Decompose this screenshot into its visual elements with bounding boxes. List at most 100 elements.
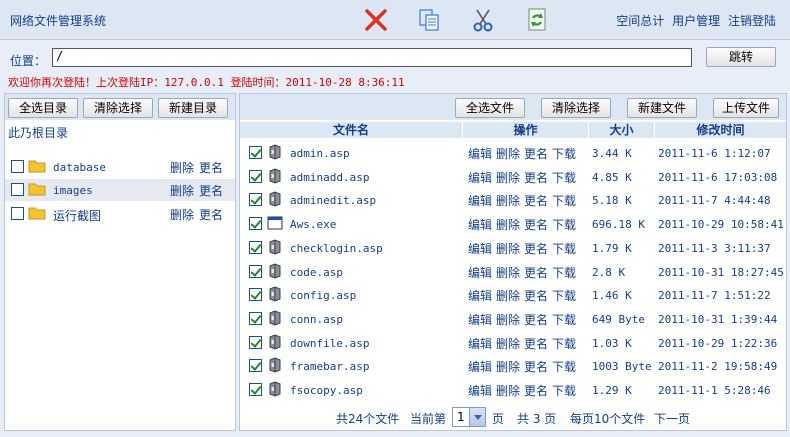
clear-dir-selection-button[interactable]: 清除选择 (83, 98, 153, 118)
dir-rename-link[interactable]: 更名 (199, 182, 223, 199)
file-download-link[interactable]: 下载 (552, 337, 576, 351)
page-select[interactable]: 1 (452, 407, 486, 427)
file-checkbox[interactable] (249, 146, 262, 159)
file-rename-link[interactable]: 更名 (524, 313, 548, 327)
file-edit-link[interactable]: 编辑 (468, 289, 492, 303)
file-delete-link[interactable]: 删除 (496, 194, 520, 208)
go-button[interactable]: 跳转 (706, 47, 776, 67)
clear-file-selection-button[interactable]: 清除选择 (541, 98, 611, 118)
file-rename-link[interactable]: 更名 (524, 337, 548, 351)
file-rename-link[interactable]: 更名 (524, 218, 548, 232)
file-download-link[interactable]: 下载 (552, 194, 576, 208)
file-download-link[interactable]: 下载 (552, 242, 576, 256)
dir-name[interactable]: images (53, 184, 93, 197)
file-download-link[interactable]: 下载 (552, 147, 576, 161)
file-checkbox[interactable] (249, 335, 262, 349)
dir-delete-link[interactable]: 删除 (170, 182, 194, 199)
file-edit-link[interactable]: 编辑 (468, 337, 492, 351)
dir-checkbox[interactable] (11, 183, 24, 196)
dir-delete-link[interactable]: 删除 (170, 206, 194, 223)
file-edit-link[interactable]: 编辑 (468, 242, 492, 256)
refresh-icon[interactable] (524, 7, 550, 33)
file-delete-link[interactable]: 删除 (496, 171, 520, 185)
file-row[interactable]: framebar.asp 编辑 删除 更名 下载 1003 Byte 2011-11-2 1… (240, 354, 786, 378)
file-checkbox[interactable] (249, 240, 262, 254)
file-name[interactable]: config.asp (290, 289, 356, 302)
address-input[interactable]: / (52, 48, 692, 67)
new-dir-button[interactable]: 新建目录 (158, 98, 228, 118)
file-row[interactable]: Aws.exe 编辑 删除 更名 下载 696.18 K 2011-10-29 10:58:… (240, 212, 786, 236)
next-page-link[interactable]: 下一页 (654, 410, 690, 427)
file-name[interactable]: adminadd.asp (290, 171, 369, 184)
file-download-link[interactable]: 下载 (552, 313, 576, 327)
file-checkbox[interactable] (249, 311, 262, 325)
file-name[interactable]: adminedit.asp (290, 194, 376, 207)
file-name[interactable]: conn.asp (290, 313, 343, 326)
cut-icon[interactable] (470, 7, 496, 33)
file-name[interactable]: code.asp (290, 266, 343, 279)
file-row[interactable]: checklogin.asp 编辑 删除 更名 下载 1.79 K 2011-11-3 3:… (240, 236, 786, 260)
file-delete-link[interactable]: 删除 (496, 242, 520, 256)
file-download-link[interactable]: 下载 (552, 171, 576, 185)
user-management-link[interactable]: 用户管理 (672, 14, 720, 28)
new-file-button[interactable]: 新建文件 (627, 98, 697, 118)
file-checkbox[interactable] (249, 169, 262, 183)
file-delete-link[interactable]: 删除 (496, 289, 520, 303)
file-row[interactable]: adminadd.asp 编辑 删除 更名 下载 4.85 K 2011-11-6 17:0… (240, 165, 786, 189)
file-download-link[interactable]: 下载 (552, 289, 576, 303)
dir-name[interactable]: database (53, 161, 106, 174)
dir-row[interactable]: database 删除 更名 (5, 156, 235, 178)
file-checkbox[interactable] (249, 383, 262, 396)
file-row[interactable]: adminedit.asp 编辑 删除 更名 下载 5.18 K 2011-11-7 4:4… (240, 188, 786, 212)
file-edit-link[interactable]: 编辑 (468, 218, 492, 232)
logout-link[interactable]: 注销登陆 (728, 14, 776, 28)
file-name[interactable]: downfile.asp (290, 337, 369, 350)
file-row[interactable]: code.asp 编辑 删除 更名 下载 2.8 K 2011-10-31 18:27:45 (240, 260, 786, 284)
file-edit-link[interactable]: 编辑 (468, 313, 492, 327)
file-name[interactable]: fsocopy.asp (290, 384, 363, 397)
space-total-link[interactable]: 空间总计 (616, 14, 664, 28)
file-edit-link[interactable]: 编辑 (468, 266, 492, 280)
file-row[interactable]: fsocopy.asp 编辑 删除 更名 下载 1.29 K 2011-11-1 5:28:… (240, 378, 786, 402)
file-name[interactable]: framebar.asp (290, 360, 369, 373)
select-all-files-button[interactable]: 全选文件 (455, 98, 525, 118)
delete-icon[interactable] (363, 7, 389, 33)
file-download-link[interactable]: 下载 (552, 384, 576, 398)
file-delete-link[interactable]: 删除 (496, 147, 520, 161)
file-row[interactable]: downfile.asp 编辑 删除 更名 下载 1.03 K 2011-10-29 1:2… (240, 331, 786, 355)
file-delete-link[interactable]: 删除 (496, 218, 520, 232)
file-rename-link[interactable]: 更名 (524, 289, 548, 303)
file-rename-link[interactable]: 更名 (524, 147, 548, 161)
file-checkbox[interactable] (249, 288, 262, 302)
file-rename-link[interactable]: 更名 (524, 242, 548, 256)
dir-checkbox[interactable] (11, 207, 24, 220)
file-edit-link[interactable]: 编辑 (468, 194, 492, 208)
file-name[interactable]: Aws.exe (290, 218, 336, 231)
file-download-link[interactable]: 下载 (552, 218, 576, 232)
file-edit-link[interactable]: 编辑 (468, 171, 492, 185)
file-delete-link[interactable]: 删除 (496, 266, 520, 280)
file-row[interactable]: admin.asp 编辑 删除 更名 下载 3.44 K 2011-11-6 1:12:07 (240, 141, 786, 165)
dir-row[interactable]: 运行截图 删除 更名 (5, 203, 235, 225)
dir-delete-link[interactable]: 删除 (170, 159, 194, 176)
file-name[interactable]: checklogin.asp (290, 242, 383, 255)
file-row[interactable]: config.asp 编辑 删除 更名 下载 1.46 K 2011-11-7 1:51:2… (240, 283, 786, 307)
file-delete-link[interactable]: 删除 (496, 313, 520, 327)
dir-name[interactable]: 运行截图 (53, 207, 101, 224)
file-rename-link[interactable]: 更名 (524, 360, 548, 374)
select-all-dirs-button[interactable]: 全选目录 (8, 98, 78, 118)
file-name[interactable]: admin.asp (290, 147, 350, 160)
file-checkbox[interactable] (249, 264, 262, 278)
file-delete-link[interactable]: 删除 (496, 360, 520, 374)
file-rename-link[interactable]: 更名 (524, 171, 548, 185)
copy-icon[interactable] (416, 7, 442, 33)
chevron-down-icon[interactable] (469, 408, 485, 426)
file-delete-link[interactable]: 删除 (496, 337, 520, 351)
file-edit-link[interactable]: 编辑 (468, 360, 492, 374)
dir-checkbox[interactable] (11, 160, 24, 173)
file-rename-link[interactable]: 更名 (524, 266, 548, 280)
file-edit-link[interactable]: 编辑 (468, 147, 492, 161)
file-download-link[interactable]: 下载 (552, 360, 576, 374)
file-download-link[interactable]: 下载 (552, 266, 576, 280)
file-rename-link[interactable]: 更名 (524, 384, 548, 398)
